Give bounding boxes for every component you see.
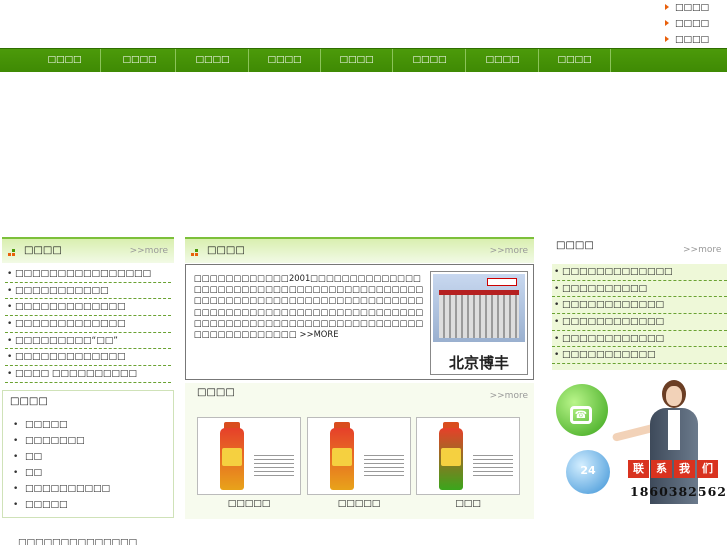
right-panel-more-link[interactable]: >>more bbox=[683, 245, 721, 255]
category-item[interactable]: □□□□□□□□□□ bbox=[13, 481, 110, 497]
news-header: □□□□ >>more bbox=[2, 237, 174, 263]
nav-item-3[interactable]: □□□□ bbox=[177, 49, 249, 72]
nav-item-1[interactable]: □□□□ bbox=[29, 49, 101, 72]
nav-item-4[interactable]: □□□□ bbox=[249, 49, 321, 72]
company-building-image: 北京博丰 bbox=[430, 271, 528, 375]
product-card[interactable] bbox=[307, 417, 411, 495]
category-item[interactable]: □□□□□ bbox=[13, 417, 110, 433]
about-text: □□□□□□□□□□□□2001□□□□□□□□□□□□□□□□□□□□□□□□… bbox=[194, 273, 426, 340]
news-item[interactable]: □□□□□□□□□□□□□□□□ bbox=[5, 266, 171, 283]
right-list-item[interactable]: □□□□□□□□□□□□ bbox=[552, 314, 727, 331]
product-card[interactable] bbox=[197, 417, 301, 495]
categories-box: □□□□ □□□□□ □□□□□□□ □□ □□ □□□□□□□□□□ □□□□… bbox=[2, 390, 174, 518]
right-list-item[interactable]: □□□□□□□□□□□ bbox=[552, 347, 727, 365]
product-card[interactable] bbox=[416, 417, 520, 495]
product-name[interactable]: □□□□□ bbox=[307, 499, 411, 509]
news-item[interactable]: □□□□□□□□□□□□□ bbox=[5, 316, 171, 333]
grid-icon bbox=[8, 249, 16, 257]
phone-icon: ☎ bbox=[570, 406, 592, 424]
product-description-lines bbox=[473, 452, 513, 476]
nav-item-7[interactable]: □□□□ bbox=[467, 49, 539, 72]
bottle-label bbox=[332, 448, 352, 466]
right-list-item[interactable]: □□□□□□□□□□ bbox=[552, 281, 727, 298]
right-panel-title: □□□□ bbox=[556, 240, 594, 251]
bottle-label bbox=[222, 448, 242, 466]
nav-item-6[interactable]: □□□□ bbox=[394, 49, 466, 72]
categories-title: □□□□ bbox=[10, 396, 48, 407]
banner-char: 系 bbox=[651, 460, 672, 478]
bottle-label bbox=[441, 448, 461, 466]
footer-text: □□□□□□□□□□□□□□ bbox=[18, 538, 138, 545]
about-more-link[interactable]: >>more bbox=[490, 246, 528, 256]
contact-phone-number: 18603825626 bbox=[630, 484, 727, 499]
top-links: □□□□ □□□□ □□□□ bbox=[663, 2, 709, 50]
products-section: □□□□ >>more □□□□□ □□□□□ □□□ bbox=[185, 383, 534, 519]
news-more-link[interactable]: >>more bbox=[130, 246, 168, 256]
product-name[interactable]: □□□□□ bbox=[197, 499, 301, 509]
news-list: □□□□□□□□□□□□□□□□ □□□□□□□□□□□ □□□□□□□□□□□… bbox=[5, 266, 171, 383]
nav-item-8[interactable]: □□□□ bbox=[539, 49, 611, 72]
about-title: □□□□ bbox=[207, 245, 245, 256]
category-item[interactable]: □□ bbox=[13, 449, 110, 465]
grid-icon bbox=[191, 249, 199, 257]
news-item[interactable]: □□□□□□□□□□□ bbox=[5, 283, 171, 300]
right-panel-list: □□□□□□□□□□□□□ □□□□□□□□□□ □□□□□□□□□□□□ □□… bbox=[552, 264, 727, 370]
category-item[interactable]: □□□□□□□ bbox=[13, 433, 110, 449]
person-face bbox=[666, 386, 682, 406]
nav-item-5[interactable]: □□□□ bbox=[321, 49, 393, 72]
image-caption: 北京博丰 bbox=[448, 354, 509, 372]
phone-bubble: ☎ bbox=[556, 384, 608, 436]
product-description-lines bbox=[254, 452, 294, 476]
banner-char: 联 bbox=[628, 460, 649, 478]
about-more-button[interactable]: >>MORE bbox=[300, 329, 339, 339]
support-24h-icon: 24 bbox=[566, 450, 610, 494]
right-list-item[interactable]: □□□□□□□□□□□□□ bbox=[552, 264, 727, 281]
contact-us-label: 联 系 我 们 bbox=[628, 460, 718, 478]
building-sign bbox=[487, 278, 517, 286]
banner-char: 们 bbox=[697, 460, 718, 478]
top-link-1[interactable]: □□□□ bbox=[663, 2, 709, 18]
category-item[interactable]: □□ bbox=[13, 465, 110, 481]
top-link-2[interactable]: □□□□ bbox=[663, 18, 709, 34]
news-title: □□□□ bbox=[24, 245, 62, 256]
support-24h-text: 24 bbox=[580, 464, 596, 477]
person-shirt bbox=[668, 410, 680, 450]
news-item[interactable]: □□□□ □□□□□□□□□□ bbox=[5, 366, 171, 383]
products-more-link[interactable]: >>more bbox=[490, 391, 528, 401]
news-item[interactable]: □□□□□□□□□□□□□ bbox=[5, 299, 171, 317]
about-box: □□□□□□□□□□□□2001□□□□□□□□□□□□□□□□□□□□□□□□… bbox=[185, 264, 534, 380]
about-header: □□□□ >>more bbox=[185, 237, 534, 263]
nav-item-2[interactable]: □□□□ bbox=[104, 49, 176, 72]
category-item[interactable]: □□□□□ bbox=[13, 497, 110, 513]
banner-char: 我 bbox=[674, 460, 695, 478]
main-nav: □□□□ □□□□ □□□□ □□□□ □□□□ □□□□ □□□□ □□□□ bbox=[0, 48, 727, 72]
news-item[interactable]: □□□□□□□□□“□□” bbox=[5, 333, 171, 350]
product-description-lines bbox=[364, 452, 404, 476]
product-name[interactable]: □□□ bbox=[416, 499, 520, 509]
products-title: □□□□ bbox=[197, 387, 235, 398]
contact-us-banner[interactable]: ☎ 24 联 系 我 们 18603825626 bbox=[556, 376, 727, 510]
building-photo bbox=[433, 274, 525, 342]
right-list-item[interactable]: □□□□□□□□□□□□ bbox=[552, 331, 727, 348]
right-list-item[interactable]: □□□□□□□□□□□□ bbox=[552, 297, 727, 315]
categories-list: □□□□□ □□□□□□□ □□ □□ □□□□□□□□□□ □□□□□ bbox=[13, 417, 110, 513]
news-item[interactable]: □□□□□□□□□□□□□ bbox=[5, 349, 171, 367]
building-shape bbox=[439, 290, 519, 338]
